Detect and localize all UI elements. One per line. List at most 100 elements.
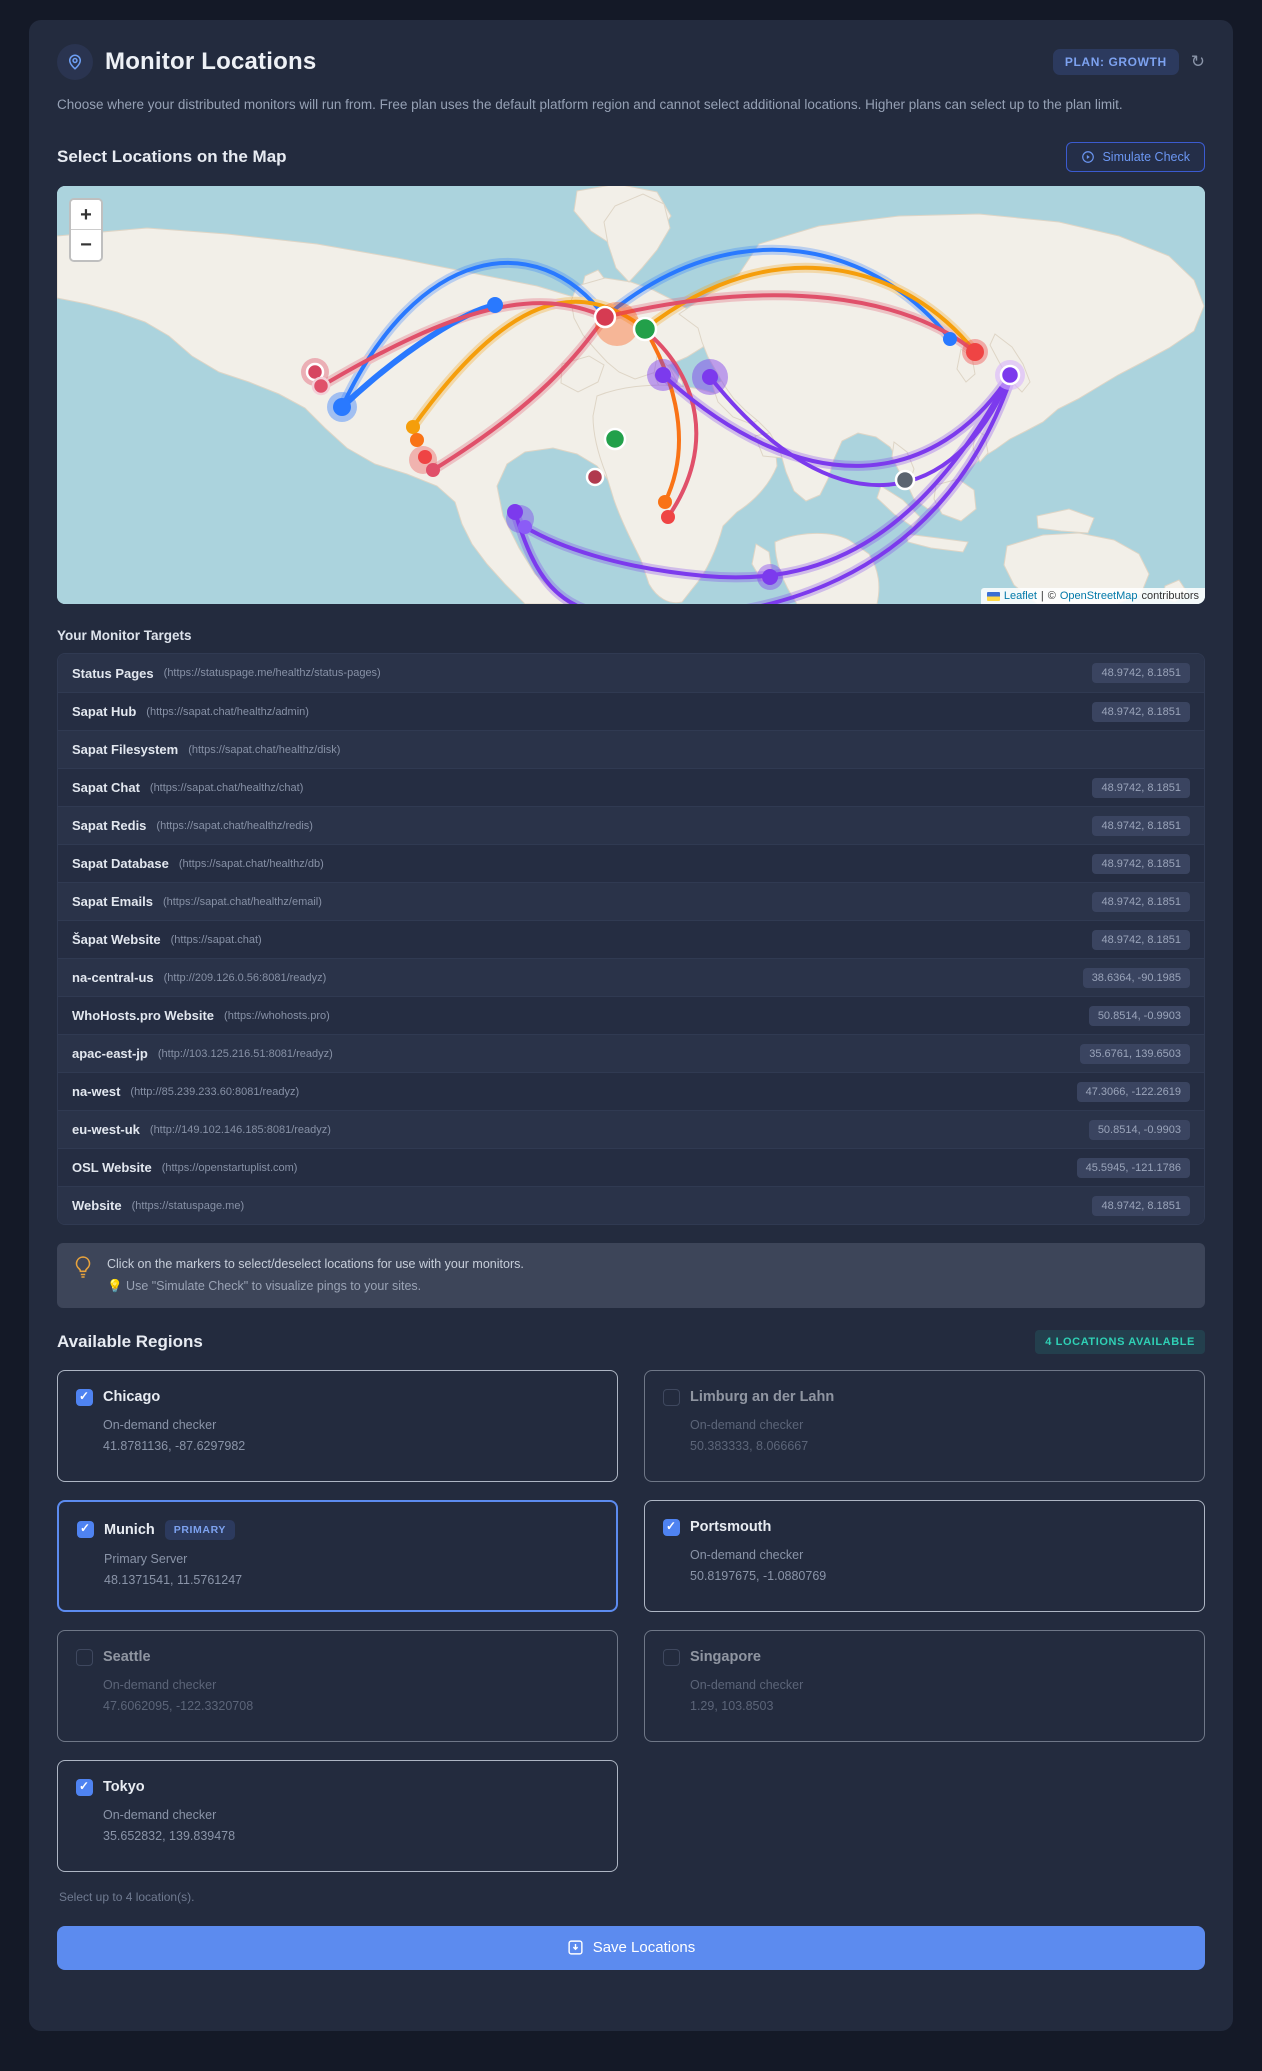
target-url: (http://85.239.233.60:8081/readyz)	[130, 1085, 300, 1098]
seattle-checkbox[interactable]	[76, 1648, 93, 1666]
copyright-symbol: ©	[1047, 590, 1056, 603]
region-coords: 50.383333, 8.066667	[690, 1438, 809, 1453]
osm-link[interactable]: OpenStreetMap	[1060, 590, 1138, 602]
map-marker[interactable]	[603, 428, 627, 451]
region-name: Munich	[104, 1521, 155, 1538]
target-row: apac-east-jp (http://103.125.216.51:8081/…	[58, 1034, 1204, 1073]
map-marker[interactable]	[426, 463, 440, 478]
plan-badge: PLAN: GROWTH	[1052, 49, 1179, 75]
map-attribution: Leaflet | © OpenStreetMap contributors	[980, 588, 1205, 605]
munich-checkbox[interactable]	[77, 1521, 94, 1539]
region-name: Seattle	[103, 1649, 151, 1666]
simulate-check-button[interactable]: Simulate Check	[1066, 142, 1205, 173]
target-url: (https://sapat.chat/healthz/chat)	[149, 781, 304, 794]
target-row: Sapat Emails (https://sapat.chat/healthz/…	[58, 882, 1204, 921]
map-marker[interactable]	[655, 367, 671, 384]
target-name: OSL Website	[72, 1160, 152, 1176]
target-coords: 48.9742, 8.1851	[1092, 777, 1190, 798]
leaflet-link[interactable]: Leaflet	[1004, 590, 1037, 602]
map-marker[interactable]	[632, 317, 658, 342]
map-marker[interactable]	[518, 520, 532, 535]
region-coords: 41.8781136, -87.6297982	[103, 1438, 246, 1453]
region-coords: 35.652832, 139.839478	[103, 1828, 236, 1843]
region-coords: 50.8197675, -1.0880769	[690, 1568, 827, 1583]
map-marker[interactable]	[311, 377, 331, 396]
target-coords: 48.9742, 8.1851	[1092, 853, 1190, 874]
chicago-checkbox[interactable]	[76, 1388, 93, 1406]
attribution-suffix: contributors	[1141, 590, 1199, 603]
locations-available-badge: 4 LOCATIONS AVAILABLE	[1035, 1329, 1205, 1354]
target-name: Šapat Website	[72, 932, 161, 948]
page-title: Monitor Locations	[105, 48, 317, 75]
target-name: Sapat Chat	[72, 780, 140, 796]
region-coords: 48.1371541, 11.5761247	[104, 1572, 243, 1587]
target-coords: 47.3066, -122.2619	[1076, 1081, 1190, 1102]
map-marker[interactable]	[593, 306, 617, 329]
limburg-checkbox[interactable]	[663, 1388, 680, 1406]
target-row: Sapat Filesystem (https://sapat.chat/heal…	[58, 730, 1204, 769]
region-card-tokyo[interactable]: Tokyo On-demand checker 35.652832, 139.8…	[57, 1759, 618, 1872]
map-canvas	[57, 186, 1205, 605]
portsmouth-checkbox[interactable]	[663, 1518, 680, 1536]
region-type: On-demand checker	[103, 1677, 217, 1692]
ukraine-flag-icon	[986, 591, 1000, 601]
target-url: (https://sapat.chat/healthz/admin)	[146, 705, 309, 718]
region-type: On-demand checker	[690, 1677, 804, 1692]
region-card-portsmouth[interactable]: Portsmouth On-demand checker 50.8197675,…	[644, 1499, 1205, 1612]
target-row: na-central-us (http://209.126.0.56:8081/r…	[58, 958, 1204, 997]
map-marker[interactable]	[966, 343, 984, 362]
target-url: (http://103.125.216.51:8081/readyz)	[157, 1047, 333, 1060]
singapore-checkbox[interactable]	[663, 1648, 680, 1666]
map-marker[interactable]	[762, 569, 778, 586]
map-marker[interactable]	[487, 297, 503, 314]
region-card-limburg[interactable]: Limburg an der Lahn On-demand checker 50…	[644, 1369, 1205, 1482]
map-marker[interactable]	[999, 365, 1021, 386]
regions-heading: Available Regions	[57, 1331, 203, 1351]
region-type: On-demand checker	[690, 1417, 804, 1432]
target-name: na-west	[72, 1084, 121, 1100]
target-row: Šapat Website (https://sapat.chat) 48.9742…	[58, 920, 1204, 959]
map-marker[interactable]	[418, 450, 432, 465]
tip-line-1: Click on the markers to select/deselect …	[107, 1257, 524, 1272]
target-row: OSL Website (https://openstartuplist.com)…	[58, 1148, 1204, 1187]
map-marker[interactable]	[702, 369, 718, 386]
map-marker[interactable]	[943, 332, 957, 347]
target-coords: 48.9742, 8.1851	[1092, 815, 1190, 836]
map-marker[interactable]	[410, 433, 424, 448]
target-row: na-west (http://85.239.233.60:8081/readyz…	[58, 1072, 1204, 1111]
region-card-seattle[interactable]: Seattle On-demand checker 47.6062095, -1…	[57, 1629, 618, 1742]
selection-limit-note: Select up to 4 location(s).	[59, 1889, 195, 1904]
map-marker[interactable]	[894, 470, 916, 491]
map-marker[interactable]	[585, 468, 605, 487]
target-coords: 48.9742, 8.1851	[1092, 663, 1190, 684]
target-name: WhoHosts.pro Website	[72, 1008, 215, 1024]
target-row: Sapat Hub (https://sapat.chat/healthz/adm…	[58, 692, 1204, 731]
target-coords: 50.8514, -0.9903	[1088, 1005, 1190, 1026]
map-marker[interactable]	[333, 398, 351, 417]
map-marker[interactable]	[507, 504, 523, 521]
zoom-out-button[interactable]: −	[71, 230, 101, 261]
target-url: (https://sapat.chat)	[170, 933, 262, 946]
tokyo-checkbox[interactable]	[76, 1778, 93, 1796]
world-map[interactable]: + − Leaflet | © OpenStreetMap contributo…	[57, 186, 1205, 605]
map-marker[interactable]	[661, 510, 675, 525]
region-type: Primary Server	[104, 1551, 188, 1566]
location-pin-icon	[57, 44, 93, 80]
region-card-singapore[interactable]: Singapore On-demand checker 1.29, 103.85…	[644, 1629, 1205, 1742]
target-url: (https://statuspage.me)	[131, 1199, 245, 1212]
region-card-munich[interactable]: Munich PRIMARY Primary Server 48.1371541…	[57, 1499, 618, 1612]
region-card-chicago[interactable]: Chicago On-demand checker 41.8781136, -8…	[57, 1369, 618, 1482]
map-marker[interactable]	[658, 495, 672, 510]
target-name: apac-east-jp	[72, 1046, 148, 1062]
target-url: (http://209.126.0.56:8081/readyz)	[163, 971, 327, 984]
target-coords: 45.5945, -121.1786	[1076, 1157, 1190, 1178]
save-locations-button[interactable]: Save Locations	[57, 1925, 1205, 1970]
target-row: Sapat Database (https://sapat.chat/health…	[58, 844, 1204, 883]
play-circle-icon	[1082, 151, 1095, 164]
map-marker[interactable]	[406, 420, 420, 435]
refresh-icon[interactable]: ↻	[1191, 52, 1205, 72]
save-icon	[568, 1940, 583, 1955]
monitor-locations-panel: Monitor Locations PLAN: GROWTH ↻ Choose …	[29, 20, 1233, 2031]
zoom-in-button[interactable]: +	[71, 200, 101, 231]
target-row: Status Pages (https://statuspage.me/healt…	[58, 654, 1204, 693]
